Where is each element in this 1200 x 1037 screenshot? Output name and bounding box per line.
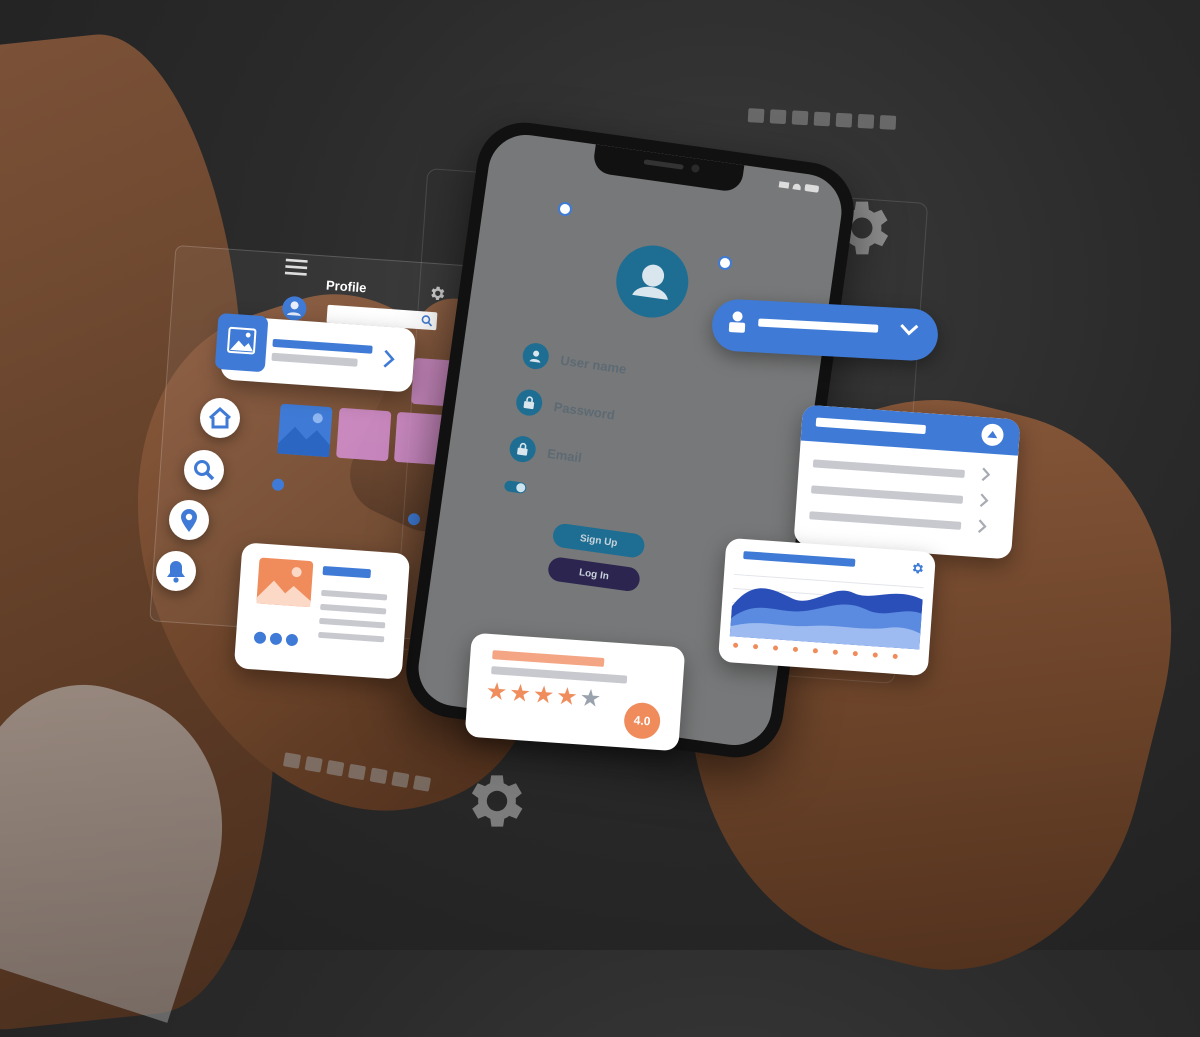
share-icon[interactable] [285, 633, 299, 647]
star-icon[interactable]: ★ [532, 681, 555, 709]
chevron-right-icon [381, 348, 397, 374]
gear-icon [462, 766, 532, 841]
home-icon [208, 407, 232, 429]
home-icon-button[interactable] [200, 398, 240, 438]
location-pin-icon [181, 509, 197, 532]
prev-dot[interactable] [271, 478, 285, 492]
list-card[interactable] [793, 404, 1021, 560]
article-card[interactable] [233, 542, 411, 680]
gallery-tile[interactable] [336, 407, 392, 462]
play-icon[interactable] [269, 632, 283, 646]
profile-title: Profile [325, 277, 367, 296]
wifi-icon [792, 182, 802, 190]
chevron-right-icon [976, 518, 987, 540]
settings-icon[interactable] [910, 561, 925, 581]
signal-icon [778, 180, 790, 189]
connector-dot [718, 256, 732, 270]
status-bar [778, 180, 820, 193]
settings-icon[interactable] [428, 284, 448, 308]
signup-button[interactable]: Sign Up [551, 522, 646, 559]
location-pin-icon-button[interactable] [169, 500, 209, 540]
remember-toggle[interactable] [503, 480, 528, 494]
search-icon [194, 460, 215, 481]
rating-card[interactable]: ★ ★ ★ ★ ★ 4.0 [464, 632, 686, 752]
star-icon[interactable]: ★ [485, 678, 508, 706]
image-placeholder-icon [256, 557, 314, 608]
battery-icon [804, 183, 820, 193]
area-chart-graphic [729, 573, 924, 650]
decorative-dash-strip [747, 108, 897, 130]
username-label: User name [559, 352, 628, 377]
chart-card[interactable] [717, 537, 937, 677]
login-button[interactable]: Log In [546, 556, 642, 593]
email-field[interactable]: Email [507, 434, 584, 470]
collapse-icon[interactable] [980, 423, 1005, 447]
email-label: Email [546, 445, 583, 465]
star-icon[interactable]: ★ [555, 683, 578, 711]
avatar-icon[interactable] [281, 295, 308, 322]
chevron-right-icon [978, 492, 989, 514]
password-label: Password [552, 398, 616, 423]
rating-value: 4.0 [633, 713, 651, 729]
lock-icon [507, 434, 538, 464]
lock-icon [514, 387, 544, 418]
password-field[interactable]: Password [514, 387, 617, 428]
user-icon [725, 309, 748, 339]
image-icon [214, 312, 269, 373]
chevron-right-icon [980, 466, 991, 488]
search-icon-button[interactable] [184, 450, 224, 490]
connector-dot [558, 202, 572, 216]
bell-icon [167, 561, 185, 583]
next-dot[interactable] [407, 512, 421, 526]
user-icon [521, 341, 551, 371]
star-rating[interactable]: ★ ★ ★ ★ ★ [485, 678, 602, 713]
search-icon [421, 315, 433, 327]
gallery-tile-image[interactable] [277, 403, 333, 458]
star-icon[interactable]: ★ [579, 684, 602, 712]
chevron-down-icon [898, 322, 921, 342]
menu-icon[interactable] [284, 258, 308, 282]
image-list-card[interactable] [214, 312, 416, 393]
article-actions [253, 631, 299, 647]
phone-notch [591, 144, 745, 193]
star-icon[interactable]: ★ [508, 679, 531, 707]
username-field[interactable]: User name [521, 341, 628, 381]
rating-badge: 4.0 [622, 701, 662, 740]
like-icon[interactable] [253, 631, 267, 645]
profile-avatar-icon[interactable] [611, 240, 693, 323]
bell-icon-button[interactable] [156, 551, 196, 591]
